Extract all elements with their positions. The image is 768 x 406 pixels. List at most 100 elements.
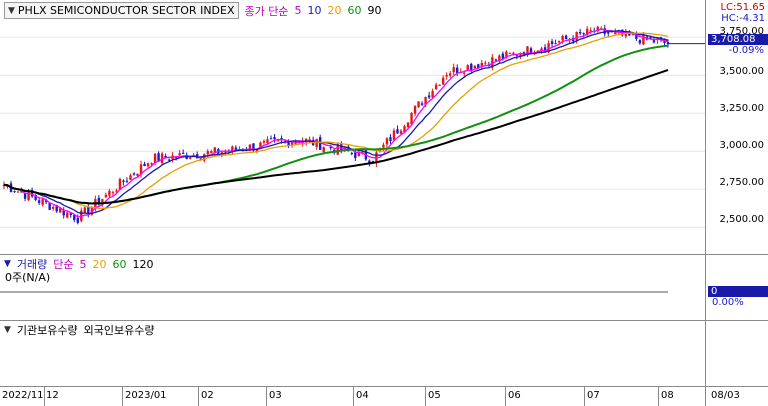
index-name: PHLX SEMICONDUCTOR SECTOR INDEX: [17, 4, 235, 17]
candle-body: [438, 84, 441, 86]
ma-prefix: 종가 단순: [244, 4, 289, 18]
candle-body: [350, 152, 354, 154]
candle-body: [382, 144, 385, 148]
price-panel[interactable]: ▼ PHLX SEMICONDUCTOR SECTOR INDEX 종가 단순 …: [0, 0, 768, 255]
candle-body: [396, 129, 399, 134]
candle-body: [389, 137, 392, 142]
x-separator: [658, 387, 659, 406]
x-label-2022-11: 2022/11: [2, 390, 44, 401]
candle-body: [413, 105, 417, 114]
volume-ma-prefix: 단순: [53, 258, 74, 271]
candle-body: [564, 35, 568, 39]
lc-label: LC:51.65: [720, 2, 765, 13]
candle-body: [210, 151, 213, 153]
price-scale[interactable]: LC:51.65 HC:-4.31 3,708.08 -0.09% 3,750.…: [705, 0, 768, 254]
candle-body: [16, 191, 20, 193]
volume-panel[interactable]: ▼ 거래량 단순 5 20 60 120 0주(N/A) 0 0.00%: [0, 255, 768, 321]
dropdown-arrow-icon[interactable]: ▼: [8, 6, 15, 16]
x-separator: [44, 387, 45, 406]
candle-body: [157, 153, 160, 161]
candle-body: [143, 163, 146, 167]
x-separator: [705, 387, 706, 406]
x-separator: [584, 387, 585, 406]
candle-body: [473, 65, 476, 69]
candle-body: [561, 35, 564, 41]
volume-title: 거래량: [16, 258, 48, 271]
x-label-07: 07: [587, 390, 600, 401]
candle-body: [150, 163, 153, 165]
holdings-legend: ▼ 기관보유수량 외국인보유수량: [4, 322, 155, 338]
ma-period-60: 60: [347, 4, 362, 17]
candle-body: [146, 163, 150, 167]
institution-series-label: 기관보유수량: [16, 324, 78, 337]
x-label-2023-01: 2023/01: [125, 390, 167, 401]
volume-legend: ▼ 거래량 단순 5 20 60 120: [4, 256, 154, 272]
ma-period-90: 90: [367, 4, 382, 17]
candles: [2, 24, 670, 225]
candle-body: [575, 31, 578, 41]
candle-body: [638, 40, 642, 44]
tick-3500: 3,500.00: [719, 66, 764, 77]
candle-body: [385, 138, 389, 145]
candle-body: [111, 192, 115, 194]
x-separator: [353, 387, 354, 406]
volume-current-tag: 0: [708, 286, 768, 297]
candle-body: [76, 218, 79, 223]
volume-scale[interactable]: 0 0.00%: [705, 255, 768, 320]
candle-body: [494, 59, 498, 61]
candle-body: [354, 152, 357, 159]
candle-body: [115, 190, 118, 192]
candle-body: [445, 75, 448, 77]
candle-body: [470, 63, 473, 70]
candle-body: [48, 202, 51, 210]
time-axis[interactable]: 2022/11 12 2023/01 02 03 04 05 06 07 08 …: [0, 387, 768, 406]
candle-body: [167, 159, 171, 161]
candle-body: [427, 95, 431, 98]
holdings-scale[interactable]: [705, 321, 768, 386]
candle-body: [557, 40, 561, 43]
candle-body: [578, 31, 582, 34]
candle-body: [189, 157, 192, 159]
index-selector[interactable]: ▼ PHLX SEMICONDUCTOR SECTOR INDEX: [4, 2, 239, 19]
volume-ma-20: 20: [92, 257, 107, 271]
tick-3750: 3,750.00: [719, 26, 764, 37]
ma-line-60: [3, 44, 669, 205]
x-label-02: 02: [201, 390, 214, 401]
x-label-08-03: 08/03: [711, 390, 740, 401]
candle-body: [452, 67, 455, 73]
price-chart[interactable]: [0, 0, 705, 255]
volume-ma-120: 120: [132, 257, 154, 271]
candle-body: [269, 138, 273, 140]
tick-2750: 2,750.00: [719, 177, 764, 188]
tick-3250: 3,250.00: [719, 103, 764, 114]
candle-body: [66, 212, 69, 218]
candle-body: [642, 34, 645, 45]
holdings-panel[interactable]: ▼ 기관보유수량 외국인보유수량: [0, 321, 768, 387]
candle-body: [136, 173, 139, 176]
x-label-06: 06: [508, 390, 521, 401]
candle-body: [550, 41, 554, 44]
dropdown-arrow-icon[interactable]: ▼: [4, 259, 11, 269]
candle-body: [463, 72, 466, 74]
tick-3000: 3,000.00: [719, 140, 764, 151]
candle-body: [262, 141, 266, 143]
dropdown-arrow-icon[interactable]: ▼: [4, 325, 11, 335]
x-label-08: 08: [661, 390, 674, 401]
price-legend: ▼ PHLX SEMICONDUCTOR SECTOR INDEX 종가 단순 …: [4, 2, 382, 19]
candle-body: [129, 175, 132, 180]
volume-ma-60: 60: [112, 257, 127, 271]
x-separator: [505, 387, 506, 406]
candle-body: [37, 200, 41, 203]
candle-body: [108, 190, 111, 196]
candle-body: [508, 52, 512, 54]
candle-body: [206, 151, 209, 155]
candle-body: [83, 207, 87, 213]
ma-line-20: [3, 32, 669, 210]
price-plot-area[interactable]: [0, 0, 705, 254]
candle-body: [582, 33, 585, 35]
candle-body: [13, 191, 16, 193]
x-separator: [198, 387, 199, 406]
candle-body: [266, 139, 269, 144]
candle-body: [51, 206, 55, 209]
candle-body: [406, 122, 410, 128]
